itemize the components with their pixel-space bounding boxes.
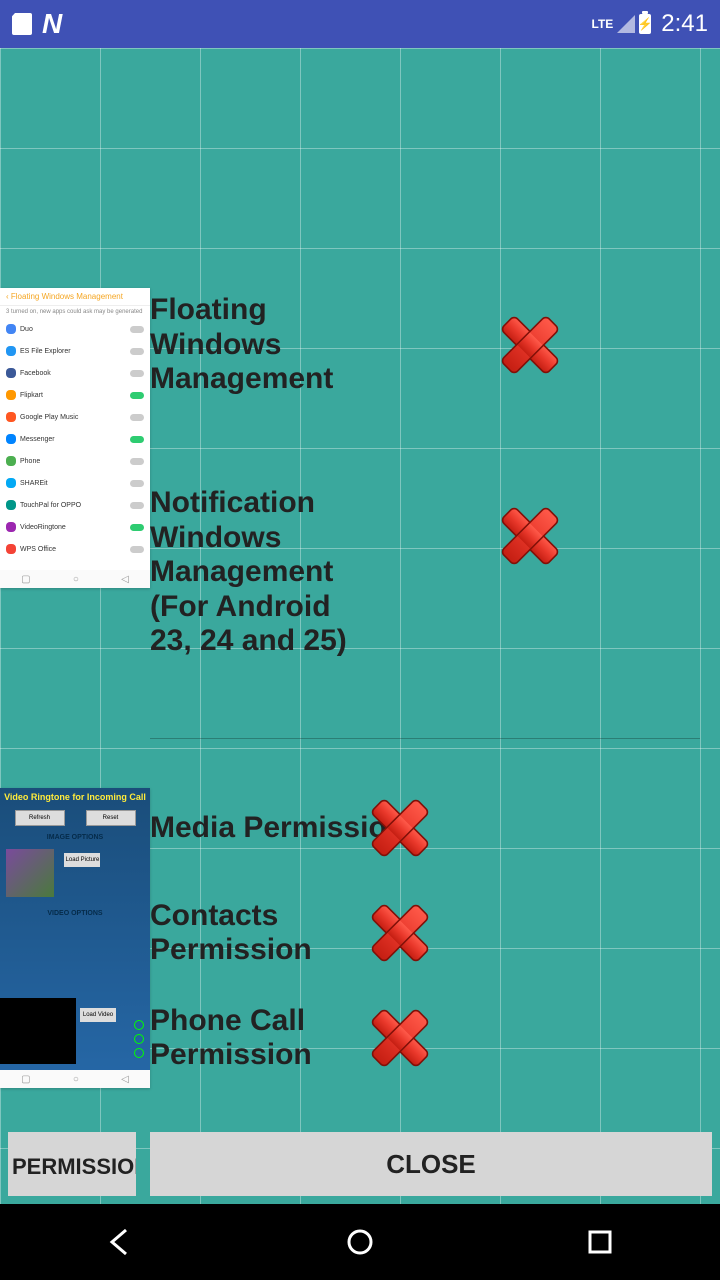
thumb1-app-row: SHAREit [0, 472, 150, 494]
cross-icon[interactable] [360, 893, 440, 973]
home-icon[interactable] [344, 1226, 376, 1258]
thumb2-radios [134, 1020, 144, 1058]
thumb1-app-row: Duo [0, 318, 150, 340]
thumb2-load-picture: Load Picture [64, 853, 100, 867]
floating-windows-thumbnail: ‹ Floating Windows Management 3 turned o… [0, 288, 150, 588]
thumb1-app-row: Google Play Music [0, 406, 150, 428]
thumb1-app-row: VideoRingtone [0, 516, 150, 538]
thumb2-reset: Reset [86, 810, 136, 826]
notification-windows-row: Notification Windows Management (For And… [150, 486, 710, 659]
thumb1-app-row: TouchPal for OPPO [0, 494, 150, 516]
thumb2-image-options-label: IMAGE OPTIONS [0, 830, 150, 845]
thumb1-app-row: ES File Explorer [0, 340, 150, 362]
thumb1-navbar: ▢○◁ [0, 570, 150, 588]
thumb1-app-row: Facebook [0, 362, 150, 384]
close-button[interactable]: CLOSE [150, 1132, 712, 1196]
main-content: ‹ Floating Windows Management 3 turned o… [0, 48, 720, 1204]
cross-icon[interactable] [360, 998, 440, 1078]
floating-windows-row: Floating Windows Management [150, 293, 710, 397]
system-navbar [0, 1204, 720, 1280]
divider [150, 738, 700, 739]
recents-icon[interactable] [584, 1226, 616, 1258]
thumb1-app-row: Flipkart [0, 384, 150, 406]
phone-permission-row: Phone Call Permission [150, 998, 710, 1078]
thumb1-app-row: Phone [0, 450, 150, 472]
thumb1-app-row: Messenger [0, 428, 150, 450]
bottom-button-bar: PERMISSIONS.. CLOSE [0, 1124, 720, 1204]
permissions-button[interactable]: PERMISSIONS.. [8, 1132, 136, 1196]
sd-card-icon [12, 13, 32, 35]
back-icon[interactable] [104, 1226, 136, 1258]
thumb1-header: ‹ Floating Windows Management [0, 288, 150, 306]
clock: 2:41 [661, 10, 708, 38]
thumb2-video-options-label: VIDEO OPTIONS [0, 906, 150, 921]
signal-icon [617, 15, 635, 33]
floating-windows-label: Floating Windows Management [150, 293, 350, 397]
cross-icon[interactable] [360, 788, 440, 868]
status-bar: N LTE ⚡ 2:41 [0, 0, 720, 48]
n-icon: N [42, 8, 62, 40]
media-permission-row: Media Permission [150, 788, 710, 868]
cross-icon[interactable] [490, 305, 570, 385]
lte-indicator: LTE [592, 17, 614, 31]
cross-icon[interactable] [490, 496, 570, 576]
thumb2-image-preview [6, 849, 54, 897]
thumb1-app-row: WPS Office [0, 538, 150, 560]
thumb2-navbar: ▢○◁ [0, 1070, 150, 1088]
thumb2-refresh: Refresh [15, 810, 65, 826]
thumb2-load-video: Load Video [80, 1008, 116, 1022]
thumb2-video-preview [0, 998, 76, 1064]
notification-windows-label: Notification Windows Management (For And… [150, 486, 350, 659]
video-ringtone-thumbnail: Video Ringtone for Incoming Call Refresh… [0, 788, 150, 1088]
contacts-permission-row: Contacts Permission [150, 893, 710, 973]
thumb2-title: Video Ringtone for Incoming Call [0, 788, 150, 806]
battery-charging-icon: ⚡ [639, 14, 651, 34]
thumb1-subtitle: 3 turned on, new apps could ask may be g… [0, 306, 150, 318]
